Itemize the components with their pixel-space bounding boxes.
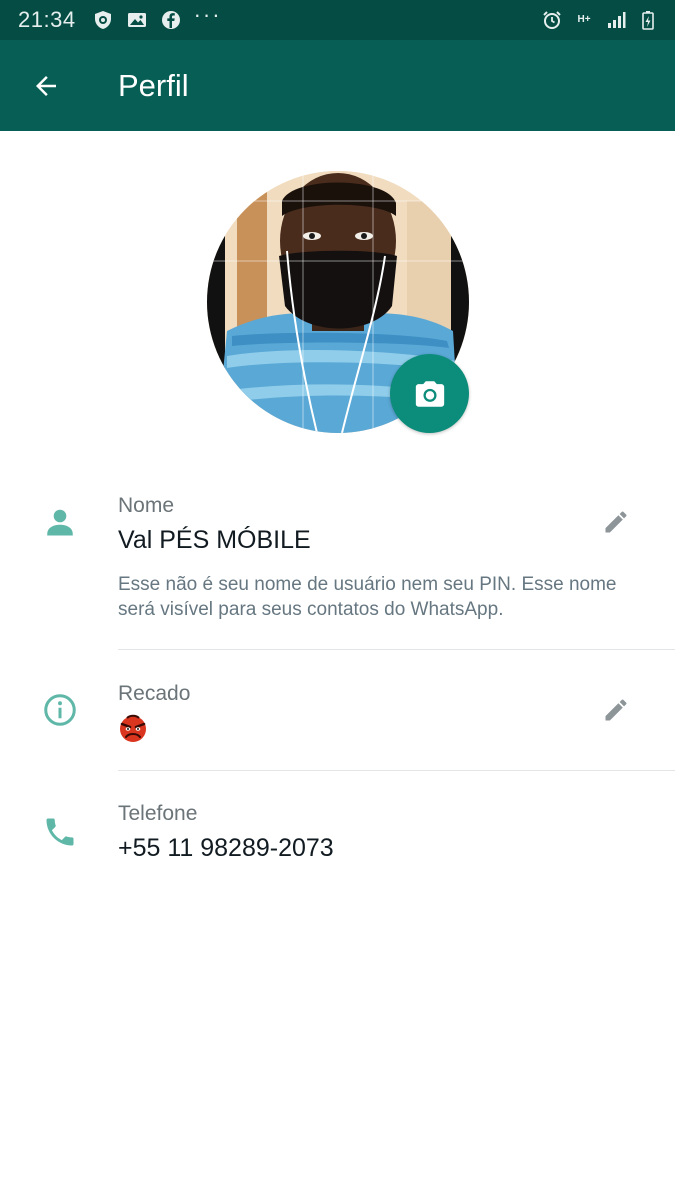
edit-name-button[interactable] bbox=[597, 503, 635, 541]
app-bar: Perfil bbox=[0, 40, 675, 131]
alarm-icon bbox=[541, 9, 563, 31]
pencil-icon bbox=[605, 699, 627, 721]
facebook-icon bbox=[160, 9, 182, 31]
image-icon bbox=[126, 9, 148, 31]
info-icon bbox=[40, 690, 80, 730]
phone-label: Telefone bbox=[118, 802, 198, 825]
about-row[interactable]: Recado bbox=[0, 670, 675, 770]
status-right-icons: H+ bbox=[541, 9, 659, 31]
divider bbox=[118, 649, 675, 650]
phone-icon bbox=[40, 812, 80, 852]
battery-icon bbox=[637, 9, 659, 31]
more-dots-icon: ··· bbox=[193, 2, 222, 27]
change-photo-button[interactable] bbox=[390, 354, 469, 433]
pencil-icon bbox=[605, 511, 627, 533]
phone-value: +55 11 98289-2073 bbox=[118, 834, 334, 862]
angry-face-emoji bbox=[118, 714, 148, 744]
arrow-back-icon bbox=[36, 75, 56, 96]
name-hint: Esse não é seu nome de usuário nem seu P… bbox=[118, 574, 617, 620]
name-value: Val PÉS MÓBILE bbox=[118, 526, 311, 554]
status-bar: 21:34 ··· H+ bbox=[0, 0, 675, 40]
camera-icon bbox=[415, 380, 444, 407]
page-title: Perfil bbox=[118, 67, 189, 103]
status-time: 21:34 bbox=[18, 7, 76, 32]
phone-row: Telefone +55 11 98289-2073 bbox=[0, 790, 675, 880]
profile-photo-area bbox=[207, 171, 469, 433]
status-left-icons: ··· bbox=[92, 4, 222, 31]
network-icon: H+ bbox=[577, 14, 591, 25]
name-row[interactable]: Nome Val PÉS MÓBILE Esse não é seu nome … bbox=[0, 480, 675, 650]
edit-about-button[interactable] bbox=[597, 691, 635, 729]
divider bbox=[118, 770, 675, 771]
about-label: Recado bbox=[118, 682, 191, 705]
signal-icon bbox=[605, 9, 627, 31]
person-icon bbox=[40, 502, 80, 542]
shield-icon bbox=[92, 9, 114, 31]
back-button[interactable] bbox=[16, 56, 76, 116]
name-label: Nome bbox=[118, 494, 175, 517]
